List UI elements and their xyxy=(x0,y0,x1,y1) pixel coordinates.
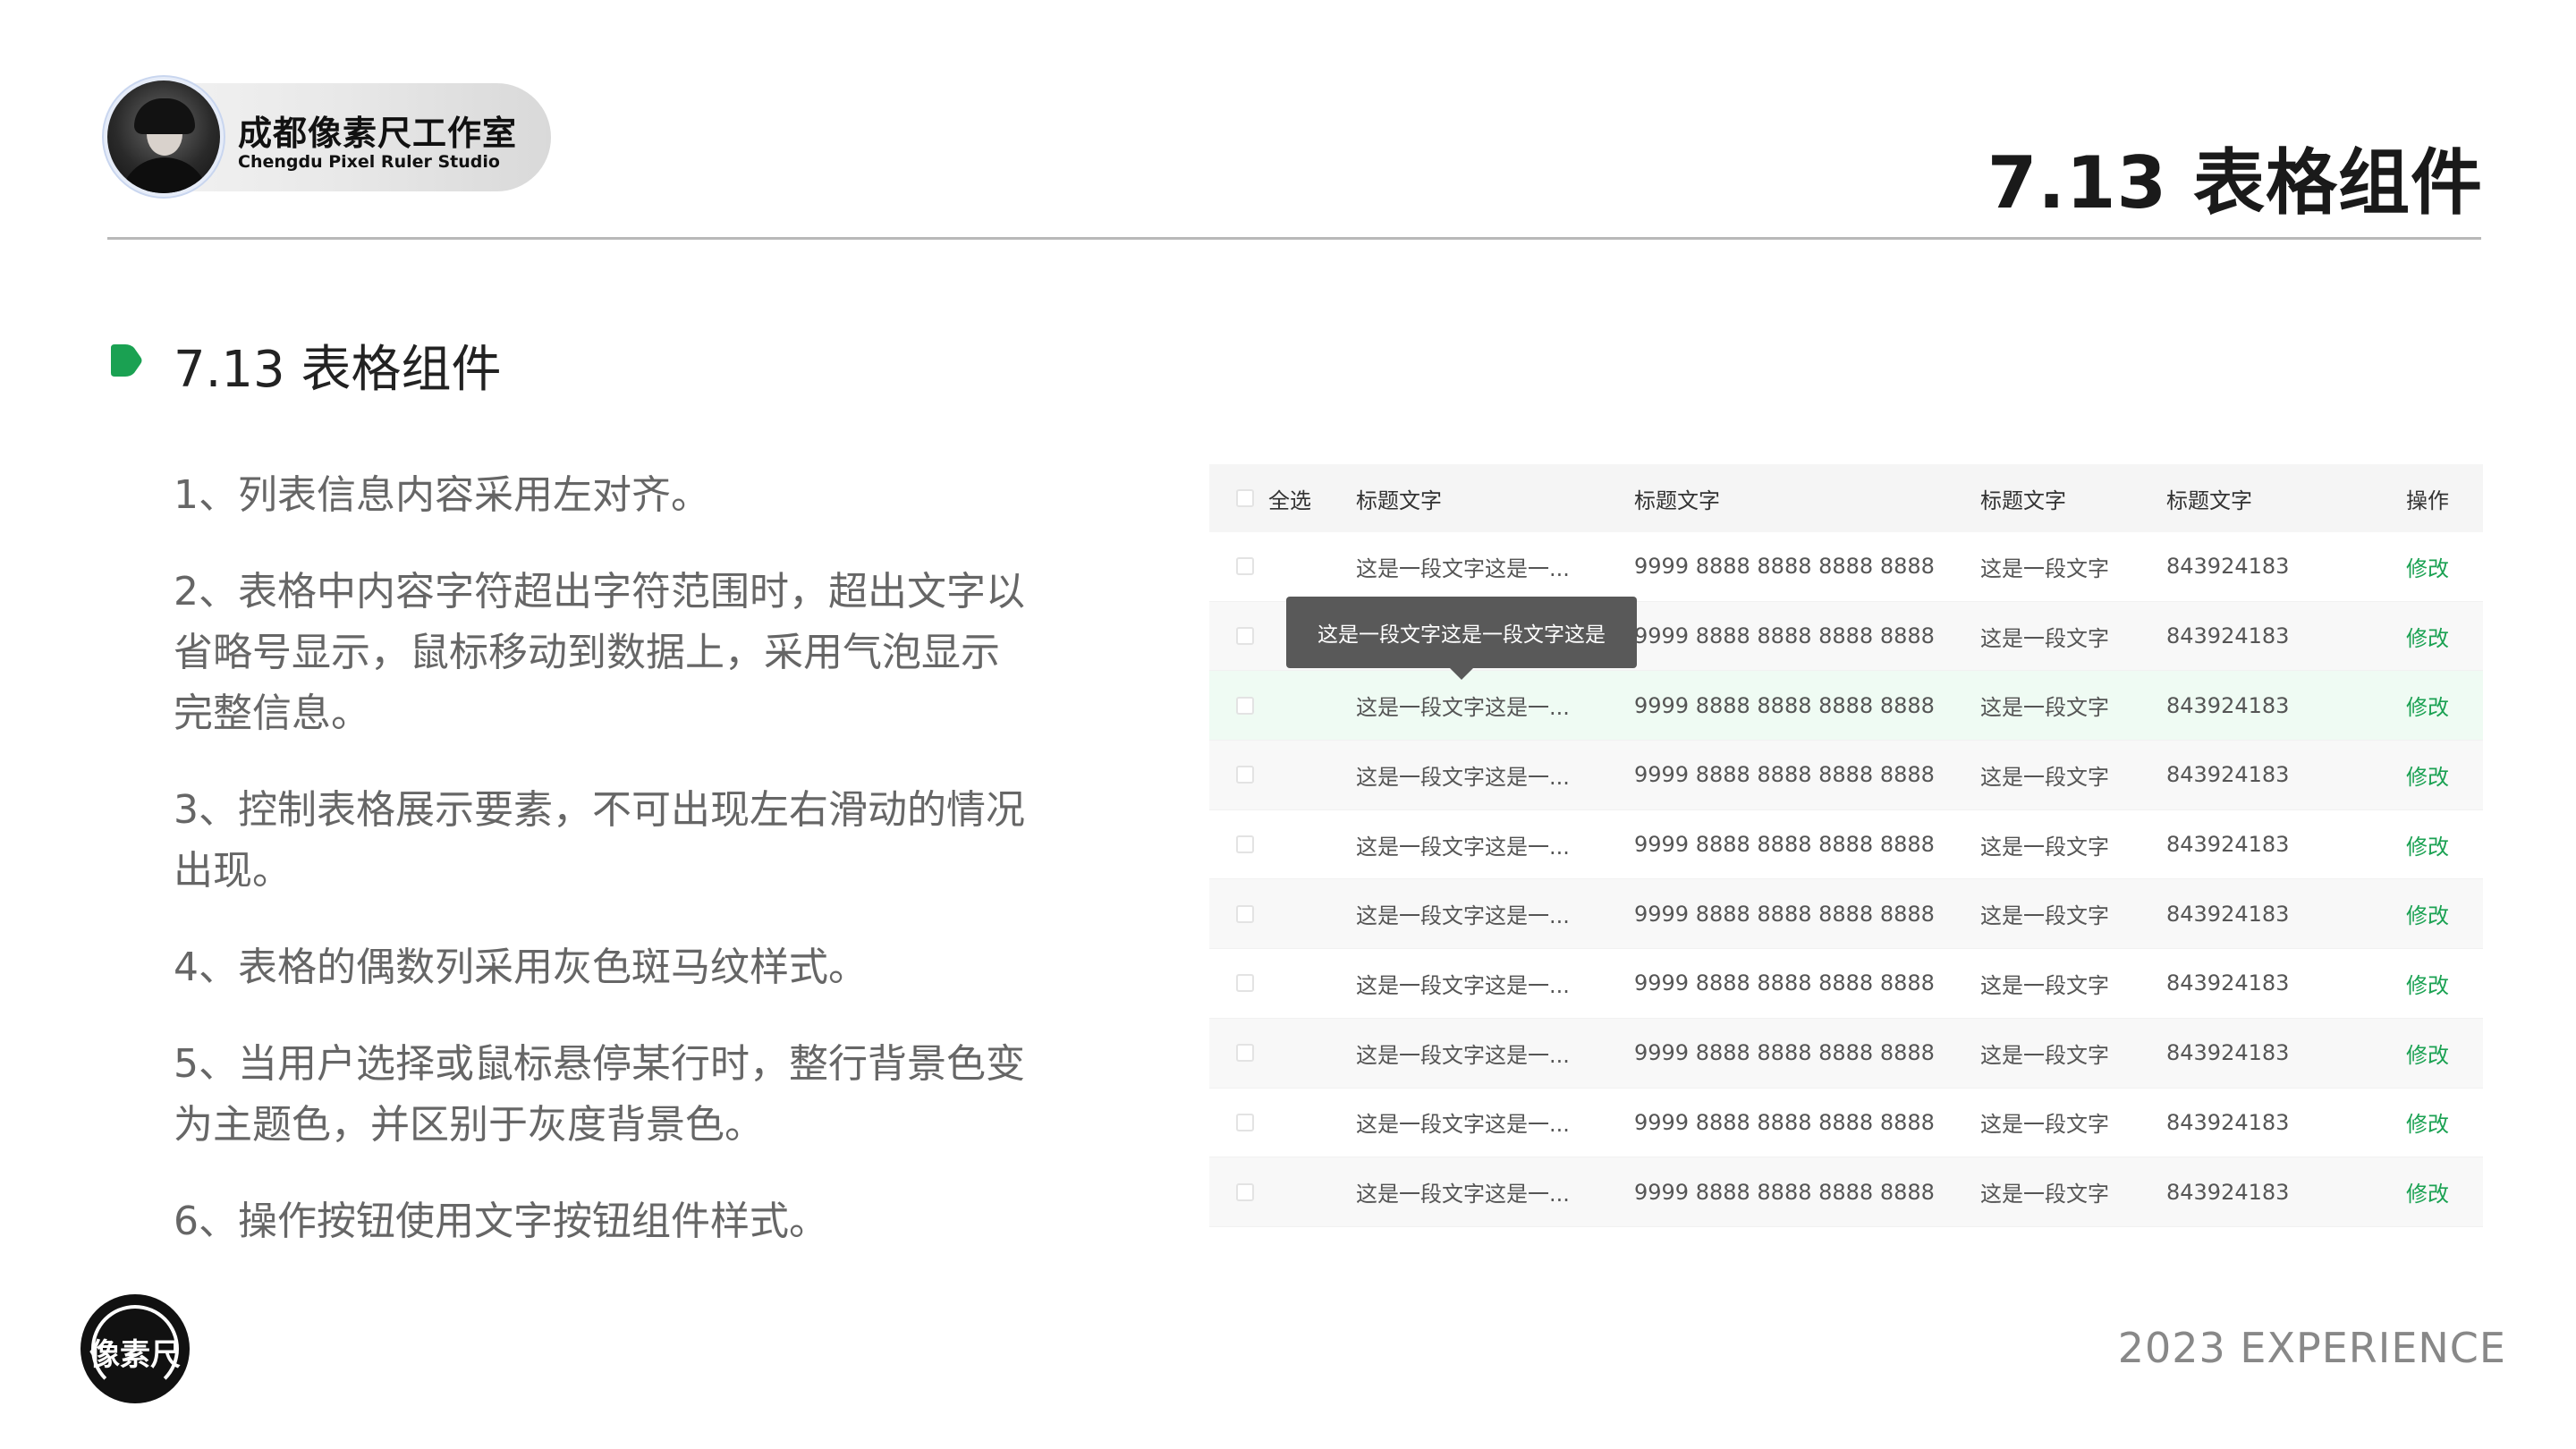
cell-text: 这是一段文字 xyxy=(1980,1042,2109,1068)
edit-link[interactable]: 修改 xyxy=(2406,968,2449,999)
cell-text: 这是一段文字这是一... xyxy=(1356,695,1570,721)
cell-number: 9999 8888 8888 8888 8888 xyxy=(1634,1179,1935,1205)
data-table: 全选 标题文字 标题文字 标题文字 标题文字 操作 这是一段文字这是一... 99… xyxy=(1209,464,2483,1227)
cell-text: 这是一段文字这是一... xyxy=(1356,1042,1570,1068)
cell-text: 这是一段文字 xyxy=(1980,625,2109,651)
select-all-label[interactable]: 全选 xyxy=(1268,483,1311,514)
cell-text: 这是一段文字 xyxy=(1980,1182,2109,1208)
studio-logo: 像素尺 xyxy=(80,1294,190,1403)
year-label: 2023 EXPERIENCE xyxy=(2117,1324,2506,1372)
cell-text: 这是一段文字 xyxy=(1980,903,2109,929)
guideline-item: 1、列表信息内容采用左对齐。 xyxy=(174,472,710,518)
cell-text: 这是一段文字 xyxy=(1980,695,2109,721)
row-checkbox[interactable] xyxy=(1236,835,1254,854)
column-header: 标题文字 xyxy=(2166,487,2252,513)
cell-id: 843924183 xyxy=(2166,1040,2290,1066)
guideline-item: 4、表格的偶数列采用灰色斑马纹样式。 xyxy=(174,945,868,990)
cell-number: 9999 8888 8888 8888 8888 xyxy=(1634,970,1935,996)
cell-number: 9999 8888 8888 8888 8888 xyxy=(1634,901,1935,927)
cell-tooltip: 这是一段文字这是一段文字这是 xyxy=(1286,597,1637,668)
cell-number: 9999 8888 8888 8888 8888 xyxy=(1634,623,1935,649)
cell-text: 这是一段文字这是一... xyxy=(1356,972,1570,998)
cell-id: 843924183 xyxy=(2166,762,2290,788)
table-row[interactable]: 这是一段文字这是一... 9999 8888 8888 8888 8888 这是一段… xyxy=(1209,1089,2483,1158)
cell-text: 这是一段文字这是一... xyxy=(1356,764,1570,790)
cell-number: 9999 8888 8888 8888 8888 xyxy=(1634,1109,1935,1135)
table-row[interactable]: 这是一段文字这是一... 9999 8888 8888 8888 8888 这是一段… xyxy=(1209,1157,2483,1227)
row-checkbox[interactable] xyxy=(1236,766,1254,784)
cell-text: 这是一段文字 xyxy=(1980,1112,2109,1138)
cell-text: 这是一段文字这是一... xyxy=(1356,1182,1570,1208)
row-checkbox[interactable] xyxy=(1236,557,1254,576)
cell-text: 这是一段文字这是一... xyxy=(1356,834,1570,860)
cell-text: 这是一段文字 xyxy=(1980,972,2109,998)
table-header-row: 全选 标题文字 标题文字 标题文字 标题文字 操作 xyxy=(1209,464,2483,532)
cell-id: 843924183 xyxy=(2166,832,2290,858)
studio-name-en: Chengdu Pixel Ruler Studio xyxy=(238,152,500,172)
guideline-list: 1、列表信息内容采用左对齐。 2、表格中内容字符超出字符范围时，超出文字以省略号… xyxy=(174,465,1032,1288)
table-row[interactable]: 这是一段文字这是一... 9999 8888 8888 8888 8888 这是一段… xyxy=(1209,1018,2483,1089)
cell-number: 9999 8888 8888 8888 8888 xyxy=(1634,692,1935,718)
cell-text: 这是一段文字 xyxy=(1980,834,2109,860)
cell-number: 9999 8888 8888 8888 8888 xyxy=(1634,1040,1935,1066)
row-checkbox[interactable] xyxy=(1236,1113,1254,1131)
column-header: 标题文字 xyxy=(1634,487,1720,513)
cell-text: 这是一段文字这是一... xyxy=(1356,1112,1570,1138)
edit-link[interactable]: 修改 xyxy=(2406,1038,2449,1069)
table-row[interactable]: 这是一段文字这是一... 9999 8888 8888 8888 8888 这是一段… xyxy=(1209,741,2483,810)
column-header-actions: 操作 xyxy=(2406,487,2449,513)
edit-link[interactable]: 修改 xyxy=(2406,898,2449,929)
cell-id: 843924183 xyxy=(2166,1179,2290,1205)
cell-number: 9999 8888 8888 8888 8888 xyxy=(1634,762,1935,788)
cell-id: 843924183 xyxy=(2166,554,2290,580)
edit-link[interactable]: 修改 xyxy=(2406,551,2449,582)
cell-text: 这是一段文字 xyxy=(1980,555,2109,581)
table-row[interactable]: 这是一段文字这是一... 9999 8888 8888 8888 8888 这是一段… xyxy=(1209,671,2483,741)
header-divider xyxy=(107,237,2481,240)
edit-link[interactable]: 修改 xyxy=(2406,690,2449,721)
table-row[interactable]: 这是一段文字这是一... 9999 8888 8888 8888 8888 这是一段… xyxy=(1209,810,2483,880)
guideline-item: 2、表格中内容字符超出字符范围时，超出文字以省略号显示，鼠标移动到数据上，采用气… xyxy=(174,569,1025,736)
edit-link[interactable]: 修改 xyxy=(2406,829,2449,860)
row-checkbox[interactable] xyxy=(1236,1182,1254,1201)
section-title: 7.13 表格组件 xyxy=(174,341,502,399)
cell-id: 843924183 xyxy=(2166,901,2290,927)
avatar xyxy=(107,80,220,193)
column-header: 标题文字 xyxy=(1356,487,1442,513)
cell-text: 这是一段文字这是一... xyxy=(1356,903,1570,929)
edit-link[interactable]: 修改 xyxy=(2406,1176,2449,1208)
cell-id: 843924183 xyxy=(2166,970,2290,996)
guideline-item: 5、当用户选择或鼠标悬停某行时，整行背景色变为主题色，并区别于灰度背景色。 xyxy=(174,1041,1025,1148)
section-bullet-icon xyxy=(111,344,142,377)
cell-id: 843924183 xyxy=(2166,1109,2290,1135)
edit-link[interactable]: 修改 xyxy=(2406,621,2449,652)
column-header: 标题文字 xyxy=(1980,487,2066,513)
table-row[interactable]: 这是一段文字这是一... 9999 8888 8888 8888 8888 这是一段… xyxy=(1209,949,2483,1019)
cell-id: 843924183 xyxy=(2166,692,2290,718)
studio-name: 成都像素尺工作室 xyxy=(238,114,518,153)
row-checkbox[interactable] xyxy=(1236,1044,1254,1063)
row-checkbox[interactable] xyxy=(1236,627,1254,646)
cell-number: 9999 8888 8888 8888 8888 xyxy=(1634,554,1935,580)
edit-link[interactable]: 修改 xyxy=(2406,1106,2449,1138)
edit-link[interactable]: 修改 xyxy=(2406,759,2449,791)
cell-id: 843924183 xyxy=(2166,623,2290,649)
cell-text: 这是一段文字这是一... xyxy=(1356,555,1570,581)
guideline-item: 6、操作按钮使用文字按钮组件样式。 xyxy=(174,1199,828,1244)
row-checkbox[interactable] xyxy=(1236,696,1254,715)
studio-logo-text: 像素尺 xyxy=(89,1337,181,1373)
cell-text: 这是一段文字 xyxy=(1980,764,2109,790)
select-all-checkbox[interactable] xyxy=(1236,489,1254,507)
guideline-item: 3、控制表格展示要素，不可出现左右滑动的情况出现。 xyxy=(174,787,1025,894)
row-checkbox[interactable] xyxy=(1236,974,1254,993)
cell-number: 9999 8888 8888 8888 8888 xyxy=(1634,832,1935,858)
page-title: 7.13 表格组件 xyxy=(1987,141,2483,225)
tooltip-arrow xyxy=(1449,667,1474,680)
table-row[interactable]: 这是一段文字这是一... 9999 8888 8888 8888 8888 这是一段… xyxy=(1209,532,2483,602)
row-checkbox[interactable] xyxy=(1236,904,1254,923)
table-row[interactable]: 这是一段文字这是一... 9999 8888 8888 8888 8888 这是一段… xyxy=(1209,879,2483,950)
